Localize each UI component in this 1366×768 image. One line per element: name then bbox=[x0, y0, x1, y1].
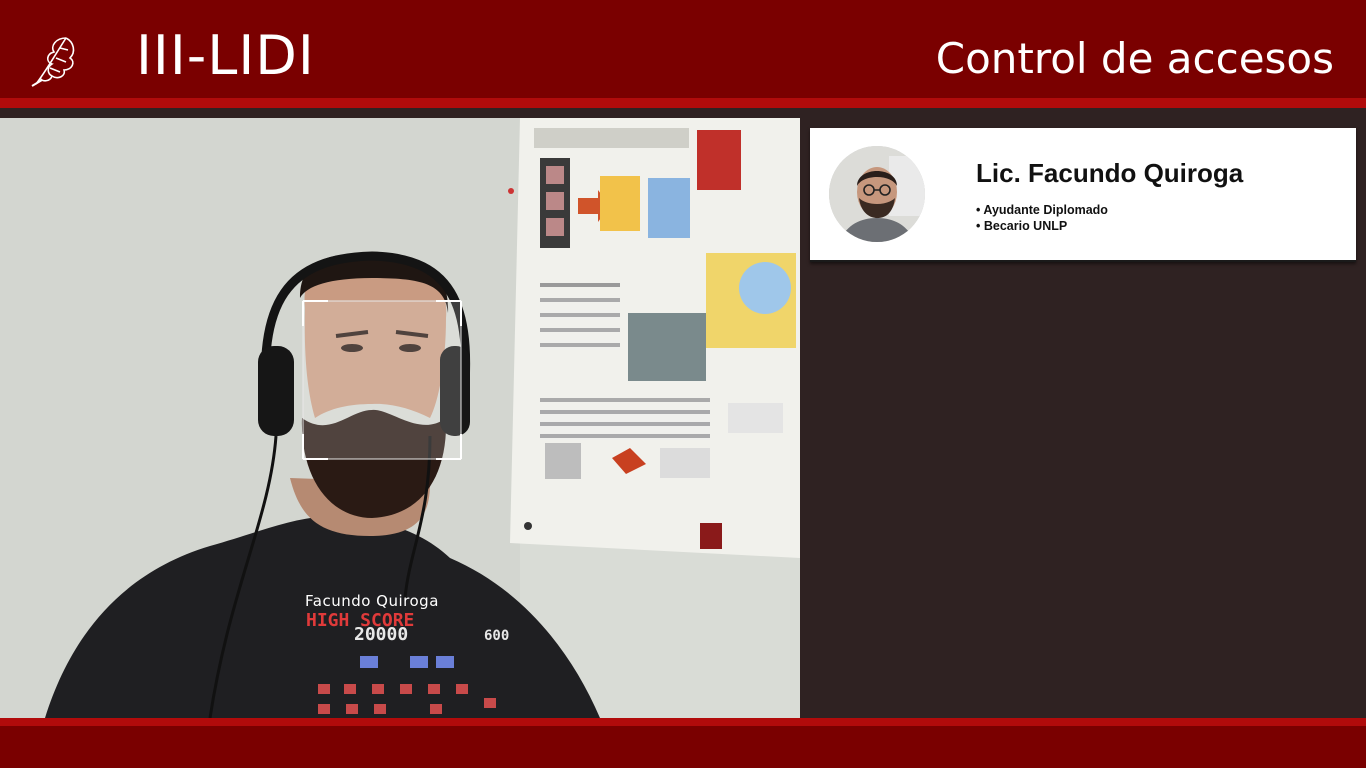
avatar bbox=[829, 146, 925, 242]
face-detection-box bbox=[302, 300, 462, 460]
role-item: • Becario UNLP bbox=[976, 219, 1068, 233]
face-detection-label: Facundo Quiroga bbox=[305, 592, 439, 610]
header-bar: III-LIDI Control de accesos bbox=[0, 0, 1366, 108]
camera-feed: HIGH SCORE 20000 600 Facundo Quiroga bbox=[0, 118, 800, 718]
wall-poster bbox=[508, 118, 800, 558]
shirt-print-side: 600 bbox=[484, 628, 509, 644]
recognition-panel: Lic. Facundo Quiroga • Ayudante Diplomad… bbox=[800, 118, 1366, 718]
brand-title: III-LIDI bbox=[136, 24, 315, 87]
shirt-print-score: 20000 bbox=[354, 624, 408, 645]
person-card[interactable]: Lic. Facundo Quiroga • Ayudante Diplomad… bbox=[810, 128, 1356, 262]
page-title: Control de accesos bbox=[935, 34, 1334, 83]
oak-leaf-icon bbox=[30, 30, 82, 88]
footer-bar bbox=[0, 718, 1366, 768]
role-list: • Ayudante Diplomado • Becario UNLP bbox=[976, 202, 1108, 234]
person-name: Lic. Facundo Quiroga bbox=[976, 158, 1244, 188]
role-item: • Ayudante Diplomado bbox=[976, 203, 1108, 217]
